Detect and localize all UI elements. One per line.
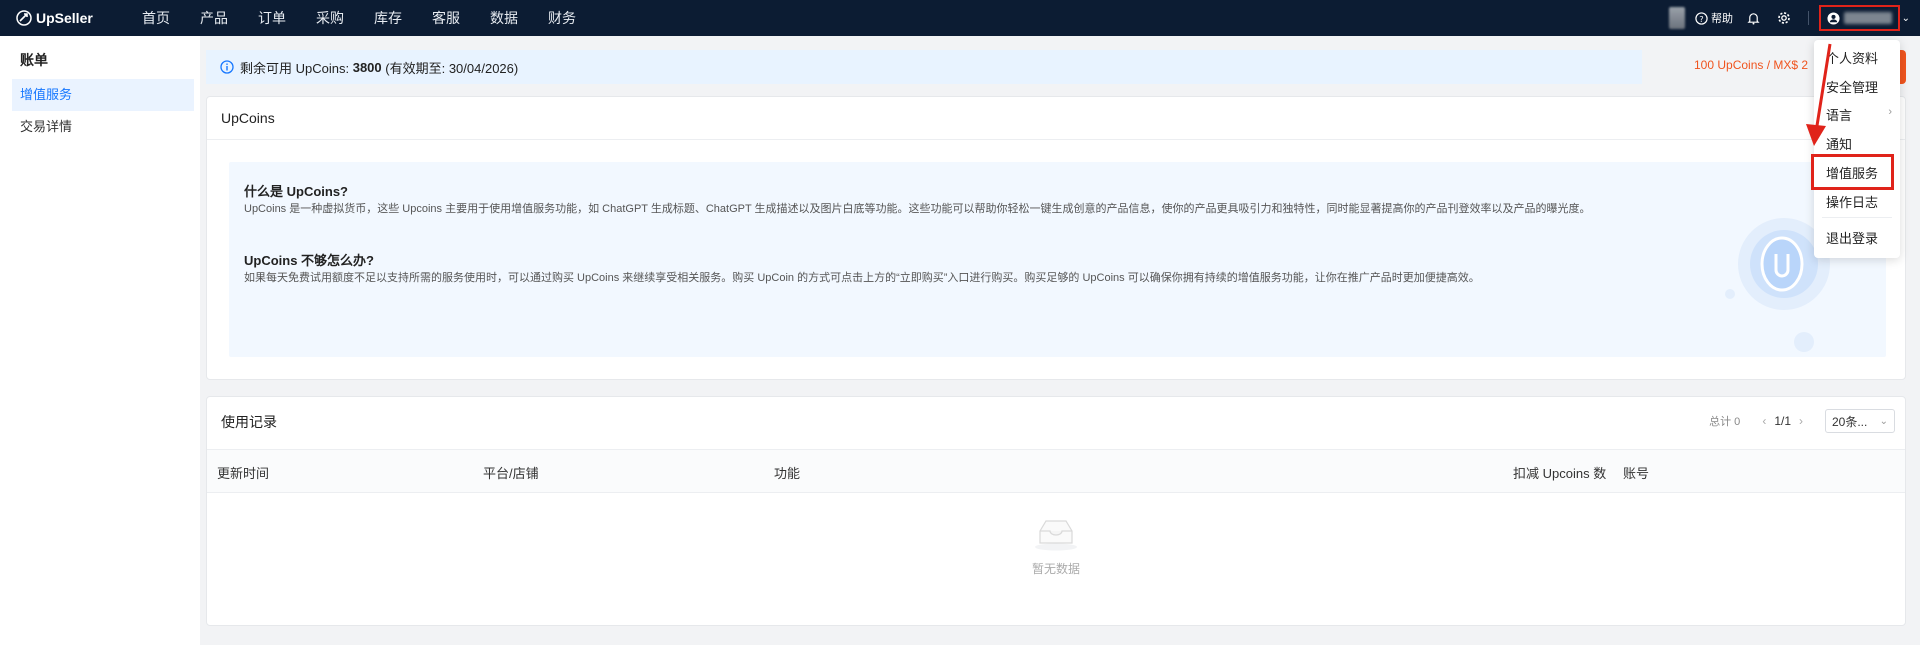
- sidebar-item-value-added-services[interactable]: 增值服务: [12, 79, 194, 111]
- nav-data[interactable]: 数据: [490, 8, 518, 28]
- menu-item-operation-log[interactable]: 操作日志: [1826, 192, 1878, 211]
- blurred-username: [1844, 12, 1892, 24]
- empty-state: 暂无数据: [207, 517, 1905, 577]
- usage-records-title: 使用记录: [221, 414, 277, 430]
- help-label: 帮助: [1711, 13, 1733, 25]
- upcoins-card: UpCoins 什么是 UpCoins? UpCoins 是一种虚拟货币，这些 …: [206, 96, 1906, 380]
- highlight-box: [1811, 154, 1894, 190]
- question-circle-icon: ?: [1695, 11, 1708, 25]
- info-icon: [220, 60, 234, 74]
- not-enough-upcoins-body: 如果每天免费试用额度不足以支持所需的服务使用时，可以通过购买 UpCoins 来…: [244, 272, 1480, 284]
- what-is-upcoins-body: UpCoins 是一种虚拟货币，这些 Upcoins 主要用于使用增值服务功能，…: [244, 203, 1591, 215]
- divider: [1808, 11, 1809, 25]
- not-enough-upcoins-title: UpCoins 不够怎么办?: [244, 253, 374, 268]
- balance-amount: 3800: [352, 59, 382, 75]
- column-upcoins-deducted[interactable]: 扣减 Upcoins 数: [1513, 463, 1606, 482]
- nav-products[interactable]: 产品: [200, 8, 228, 28]
- user-menu-trigger[interactable]: ⌄: [1819, 5, 1910, 31]
- divider: [207, 139, 1905, 140]
- nav-customer-service[interactable]: 客服: [432, 8, 460, 28]
- main-nav: 首页 产品 订单 采购 库存 客服 数据 财务: [142, 8, 606, 28]
- chevron-down-icon: ⌄: [1879, 415, 1888, 427]
- column-account[interactable]: 账号: [1623, 463, 1649, 482]
- buy-now-button-edge[interactable]: [1900, 50, 1906, 84]
- upcoins-intro-panel: 什么是 UpCoins? UpCoins 是一种虚拟货币，这些 Upcoins …: [229, 162, 1886, 357]
- upseller-logo[interactable]: UpSeller: [16, 10, 128, 26]
- notification-button[interactable]: [1747, 11, 1763, 25]
- annotation-arrow-icon: [1806, 43, 1832, 146]
- what-is-upcoins-title: 什么是 UpCoins?: [244, 184, 348, 199]
- column-feature[interactable]: 功能: [774, 463, 800, 482]
- balance-prefix: 剩余可用 UpCoins:: [240, 60, 350, 76]
- upseller-logo-icon: [16, 10, 32, 26]
- user-circle-icon: [1827, 11, 1840, 25]
- divider: [1822, 217, 1892, 218]
- settings-button[interactable]: [1777, 11, 1794, 25]
- chevron-down-icon: ⌄: [1901, 12, 1910, 24]
- prev-page-icon[interactable]: ‹: [1762, 414, 1766, 428]
- usage-records-card: 使用记录 总计 0 ‹ 1/1 › 20条... ⌄ 更新时间 平台/店铺 功能…: [206, 396, 1906, 626]
- top-nav-bar: UpSeller 首页 产品 订单 采购 库存 客服 数据 财务 ? 帮助 ⌄: [0, 0, 1920, 36]
- nav-inventory[interactable]: 库存: [374, 8, 402, 28]
- upcoins-card-title: UpCoins: [221, 110, 275, 126]
- table-header: 更新时间 平台/店铺 功能 扣减 Upcoins 数 账号: [207, 449, 1905, 493]
- upcoins-price-promo[interactable]: 100 UpCoins / MX$ 2: [1694, 58, 1808, 72]
- help-button[interactable]: ? 帮助: [1695, 10, 1733, 26]
- page-size-value: 20条...: [1832, 414, 1868, 429]
- chevron-right-icon: ›: [1888, 106, 1892, 118]
- sidebar: 账单 增值服务 交易详情: [0, 36, 200, 645]
- svg-text:?: ?: [1699, 13, 1703, 23]
- nav-finance[interactable]: 财务: [548, 8, 576, 28]
- empty-inbox-icon: [1035, 520, 1077, 551]
- page-size-select[interactable]: 20条... ⌄: [1825, 409, 1895, 433]
- empty-text: 暂无数据: [1031, 562, 1080, 576]
- nav-orders[interactable]: 订单: [258, 8, 286, 28]
- column-platform-store[interactable]: 平台/店铺: [483, 463, 539, 482]
- page-indicator: 1/1: [1774, 414, 1791, 428]
- gear-icon: [1778, 12, 1790, 24]
- sidebar-title: 账单: [20, 52, 48, 68]
- total-count: 总计 0: [1709, 416, 1741, 428]
- sidebar-item-transaction-details[interactable]: 交易详情: [12, 111, 194, 143]
- menu-item-logout[interactable]: 退出登录: [1826, 228, 1878, 247]
- bell-icon: [1747, 13, 1760, 25]
- column-updated-time[interactable]: 更新时间: [217, 463, 269, 482]
- nav-purchase[interactable]: 采购: [316, 8, 344, 28]
- nav-home[interactable]: 首页: [142, 8, 170, 28]
- blurred-avatar: [1669, 7, 1685, 29]
- pagination: 总计 0 ‹ 1/1 › 20条... ⌄: [1709, 409, 1895, 433]
- upcoins-balance-bar: 剩余可用 UpCoins: 3800 (有效期至: 30/04/2026): [206, 50, 1642, 84]
- next-page-icon[interactable]: ›: [1799, 414, 1803, 428]
- topbar-right: ? 帮助 ⌄: [1669, 0, 1910, 36]
- balance-expiry: (有效期至: 30/04/2026): [385, 60, 519, 76]
- app-name: UpSeller: [36, 10, 93, 26]
